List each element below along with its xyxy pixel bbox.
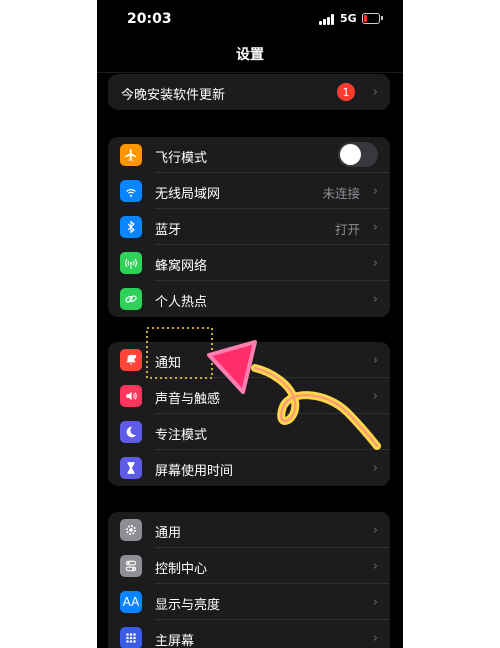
wifi-label: 无线局域网: [155, 187, 221, 202]
connectivity-group: 飞行模式 无线局域网 未连接 › 蓝牙 打开 › 蜂窝网络 › 个人热点 ›: [108, 137, 390, 317]
toggle-knob: [340, 144, 361, 165]
wifi-status: 未连接: [322, 186, 360, 201]
notifications-row[interactable]: 通知 ›: [108, 342, 390, 378]
bluetooth-label: 蓝牙: [155, 223, 182, 238]
home-screen-row[interactable]: 主屏幕 ›: [108, 620, 390, 648]
battery-cap: [381, 16, 383, 20]
airplane-mode-toggle[interactable]: [338, 142, 378, 167]
cellular-antenna-icon: [120, 252, 142, 274]
screen-time-row[interactable]: 屏幕使用时间 ›: [108, 450, 390, 486]
chevron-right-icon: ›: [372, 389, 378, 404]
focus-row[interactable]: 专注模式: [108, 414, 390, 450]
airplane-icon: [120, 144, 142, 166]
cellular-signal-icon: [319, 14, 335, 25]
speaker-icon: [120, 385, 142, 407]
control-center-label: 控制中心: [155, 562, 208, 577]
hourglass-icon: [120, 457, 142, 479]
software-update-row[interactable]: 今晚安装软件更新 1 ›: [108, 74, 390, 110]
update-group: 今晚安装软件更新 1 ›: [108, 74, 390, 110]
chevron-right-icon: ›: [372, 256, 378, 271]
chevron-right-icon: ›: [372, 631, 378, 646]
general-label: 通用: [155, 526, 182, 541]
focus-label: 专注模式: [155, 428, 208, 443]
display-row[interactable]: AA 显示与亮度 ›: [108, 584, 390, 620]
sounds-row[interactable]: 声音与触感 ›: [108, 378, 390, 414]
control-center-row[interactable]: 控制中心 ›: [108, 548, 390, 584]
airplane-mode-row: 飞行模式: [108, 137, 390, 173]
chevron-right-icon: ›: [372, 220, 378, 235]
display-label: 显示与亮度: [155, 598, 221, 613]
chevron-right-icon: ›: [372, 184, 378, 199]
sounds-label: 声音与触感: [155, 392, 221, 407]
hotspot-label: 个人热点: [155, 295, 208, 310]
moon-icon: [120, 421, 142, 443]
notifications-group: 通知 › 声音与触感 › 专注模式 屏幕使用时间 ›: [108, 342, 390, 486]
chevron-right-icon: ›: [372, 559, 378, 574]
software-update-label: 今晚安装软件更新: [121, 88, 226, 103]
phone-screen: 20:03 5G 设置 今晚安装软件更新 1 › 飞行模式 无线局域网 未连接 …: [97, 0, 403, 648]
chevron-right-icon: ›: [372, 461, 378, 476]
app-grid-icon: [120, 627, 142, 648]
control-switches-icon: [120, 555, 142, 577]
chevron-right-icon: ›: [372, 595, 378, 610]
chevron-right-icon: ›: [372, 85, 378, 100]
screen-time-label: 屏幕使用时间: [155, 464, 234, 479]
chevron-right-icon: ›: [372, 523, 378, 538]
cellular-row[interactable]: 蜂窝网络 ›: [108, 245, 390, 281]
network-type: 5G: [340, 12, 357, 25]
home-screen-label: 主屏幕: [155, 634, 195, 648]
bluetooth-icon: [120, 216, 142, 238]
chevron-right-icon: ›: [372, 353, 378, 368]
notifications-label: 通知: [155, 356, 182, 371]
bluetooth-status: 打开: [334, 222, 360, 237]
general-row[interactable]: 通用 ›: [108, 512, 390, 548]
airplane-mode-label: 飞行模式: [155, 151, 208, 166]
header-divider: [97, 72, 403, 73]
chevron-right-icon: ›: [372, 292, 378, 307]
gear-icon: [120, 519, 142, 541]
general-group: 通用 › 控制中心 › AA 显示与亮度 › 主屏幕 ›: [108, 512, 390, 648]
status-time: 20:03: [127, 11, 172, 27]
cellular-label: 蜂窝网络: [155, 259, 208, 274]
page-title: 设置: [236, 47, 264, 63]
status-bar: 20:03 5G: [97, 0, 403, 40]
text-size-icon: AA: [120, 591, 142, 613]
hotspot-row[interactable]: 个人热点 ›: [108, 281, 390, 317]
update-badge: 1: [337, 83, 355, 101]
hotspot-link-icon: [120, 288, 142, 310]
notification-bell-icon: [120, 349, 142, 371]
wifi-icon: [120, 180, 142, 202]
wifi-row[interactable]: 无线局域网 未连接 ›: [108, 173, 390, 209]
battery-icon: [362, 13, 380, 24]
bluetooth-row[interactable]: 蓝牙 打开 ›: [108, 209, 390, 245]
